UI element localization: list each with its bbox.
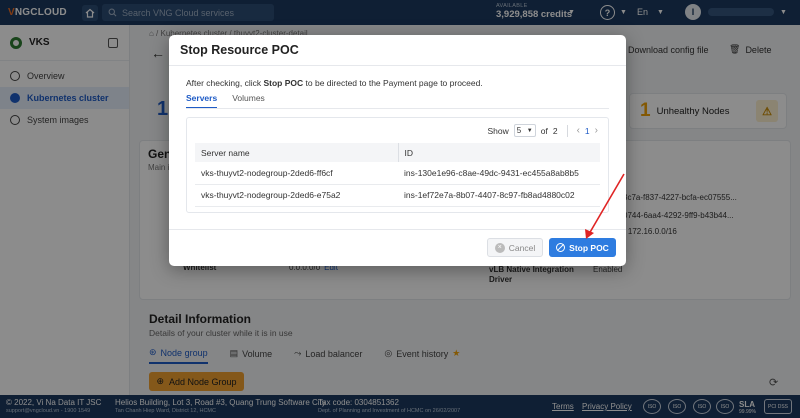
annotation-arrow-icon (585, 173, 625, 239)
